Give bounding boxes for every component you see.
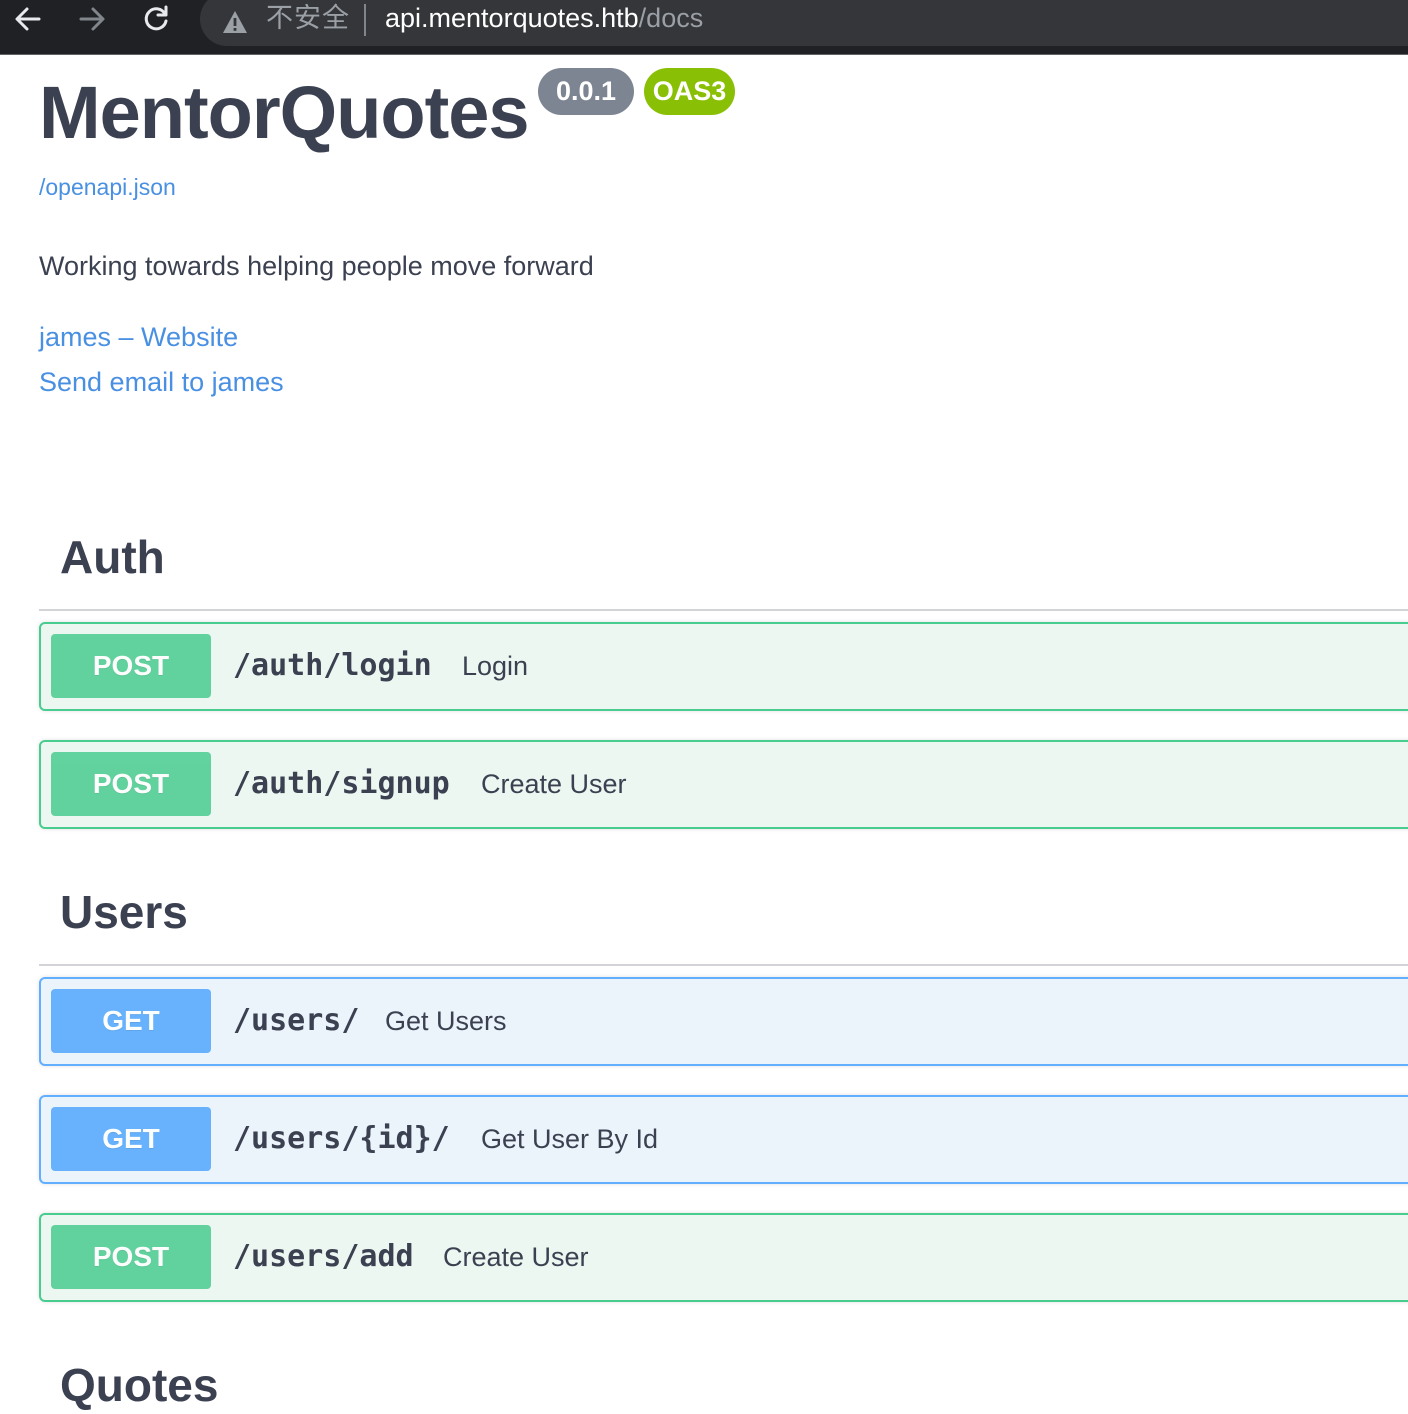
contact-website-link[interactable]: james – Website xyxy=(39,320,238,354)
operation-post-auth-login[interactable]: POST /auth/login Login xyxy=(39,622,1408,711)
url-text[interactable]: api.mentorquotes.htb/docs xyxy=(385,1,703,35)
openapi-json-link[interactable]: /openapi.json xyxy=(39,172,176,202)
version-badge: 0.0.1 xyxy=(538,68,634,115)
arrow-right-icon xyxy=(79,7,105,31)
section-divider xyxy=(39,964,1408,966)
operation-summary: Get User By Id xyxy=(481,1124,659,1154)
api-description: Working towards helping people move forw… xyxy=(39,251,594,281)
operation-path: /users/add xyxy=(233,1239,414,1274)
arrow-left-icon xyxy=(15,7,41,31)
operation-path: /auth/login xyxy=(233,648,432,683)
reload-button[interactable] xyxy=(136,0,176,38)
method-badge: GET xyxy=(51,1107,211,1171)
method-badge: POST xyxy=(51,634,211,698)
contact-email-link[interactable]: Send email to james xyxy=(39,365,284,399)
url-host: api.mentorquotes.htb xyxy=(385,3,639,33)
address-bar[interactable]: 不安全 api.mentorquotes.htb/docs xyxy=(200,0,1408,46)
reload-icon xyxy=(144,5,168,31)
operation-post-auth-signup[interactable]: POST /auth/signup Create User xyxy=(39,740,1408,829)
oas-badge: OAS3 xyxy=(644,68,735,115)
operation-summary: Create User xyxy=(481,769,627,799)
operation-get-user-by-id[interactable]: GET /users/{id}/ Get User By Id xyxy=(39,1095,1408,1184)
api-title: MentorQuotes xyxy=(39,71,530,154)
operation-summary: Login xyxy=(462,651,529,681)
section-title-users[interactable]: Users xyxy=(60,884,188,940)
operation-post-users-add[interactable]: POST /users/add Create User xyxy=(39,1213,1408,1302)
method-badge: POST xyxy=(51,1225,211,1289)
warning-icon[interactable] xyxy=(222,10,248,34)
url-path: /docs xyxy=(638,3,704,33)
operation-path: /users/ xyxy=(233,1003,360,1038)
method-badge: POST xyxy=(51,752,211,816)
operation-summary: Get Users xyxy=(385,1006,507,1036)
operation-path: /auth/signup xyxy=(233,766,450,801)
section-divider xyxy=(39,609,1408,611)
forward-button[interactable] xyxy=(72,0,112,38)
operation-path: /users/{id}/ xyxy=(233,1121,450,1156)
swagger-page: MentorQuotes 0.0.1 OAS3 /openapi.json Wo… xyxy=(0,55,1408,1414)
section-title-quotes[interactable]: Quotes xyxy=(60,1357,218,1413)
security-status-label[interactable]: 不安全 xyxy=(266,2,350,36)
operation-summary: Create User xyxy=(443,1242,589,1272)
back-button[interactable] xyxy=(8,0,48,38)
section-title-auth[interactable]: Auth xyxy=(60,529,165,585)
browser-toolbar: 不安全 api.mentorquotes.htb/docs xyxy=(0,0,1408,55)
address-divider xyxy=(364,4,366,36)
method-badge: GET xyxy=(51,989,211,1053)
operation-get-users[interactable]: GET /users/ Get Users xyxy=(39,977,1408,1066)
